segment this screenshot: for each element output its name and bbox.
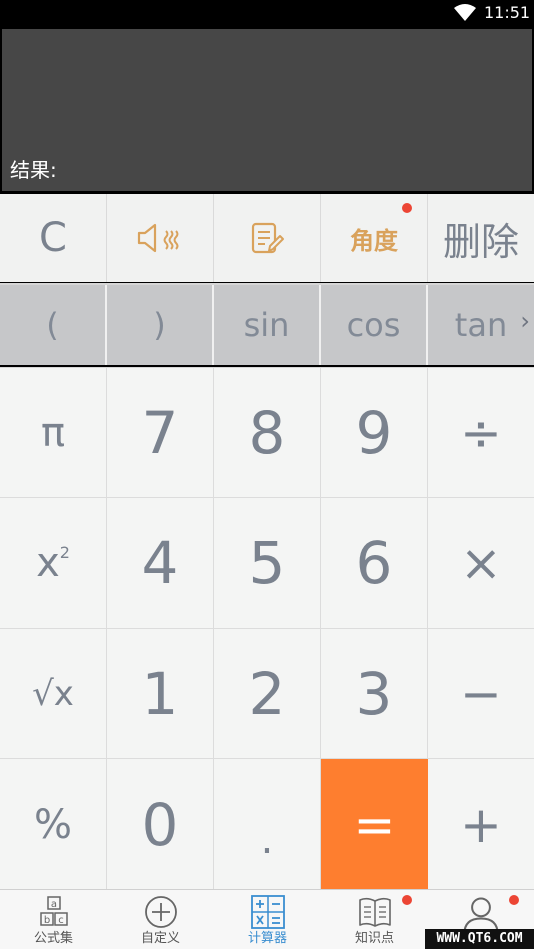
formula-blocks-icon: a b c bbox=[39, 896, 68, 926]
close-paren-label: ) bbox=[153, 306, 166, 344]
tab-formula-set[interactable]: a b c 公式集 bbox=[0, 890, 107, 949]
divide-button[interactable]: ÷ bbox=[428, 368, 534, 498]
close-paren-button[interactable]: ) bbox=[107, 285, 214, 365]
sin-button[interactable]: sin bbox=[214, 285, 321, 365]
result-display: 结果: bbox=[2, 29, 532, 191]
multiply-label: × bbox=[460, 534, 502, 592]
digit-7-button[interactable]: 7 bbox=[107, 368, 214, 498]
user-icon bbox=[463, 897, 499, 934]
digit-8-label: 8 bbox=[248, 398, 286, 467]
sin-label: sin bbox=[243, 306, 290, 344]
square-exponent: 2 bbox=[59, 543, 70, 562]
pi-button[interactable]: π bbox=[0, 368, 107, 498]
decimal-point-button[interactable]: . bbox=[214, 759, 321, 890]
cos-label: cos bbox=[346, 306, 401, 344]
plus-label: + bbox=[460, 795, 502, 854]
more-functions-arrow-icon[interactable]: › bbox=[520, 307, 530, 335]
decimal-point-label: . bbox=[260, 816, 274, 863]
wifi-icon bbox=[454, 4, 476, 21]
digit-2-button[interactable]: 2 bbox=[214, 629, 321, 759]
digit-0-button[interactable]: 0 bbox=[107, 759, 214, 890]
scientific-row: ( ) sin cos tan › bbox=[0, 283, 534, 365]
digit-4-button[interactable]: 4 bbox=[107, 498, 214, 629]
minus-button[interactable]: − bbox=[428, 629, 534, 759]
digit-9-button[interactable]: 9 bbox=[321, 368, 428, 498]
digit-2-label: 2 bbox=[248, 659, 286, 728]
open-paren-label: ( bbox=[46, 306, 59, 344]
digit-3-button[interactable]: 3 bbox=[321, 629, 428, 759]
tab-custom[interactable]: 自定义 bbox=[107, 890, 214, 949]
angle-mode-button[interactable]: 角度 bbox=[321, 194, 428, 282]
clear-button[interactable]: C bbox=[0, 194, 107, 282]
divide-label: ÷ bbox=[460, 403, 502, 462]
square-label: x2 bbox=[36, 540, 70, 586]
tab-formula-set-label: 公式集 bbox=[33, 931, 73, 946]
profile-badge-dot bbox=[509, 895, 519, 905]
square-button[interactable]: x2 bbox=[0, 498, 107, 629]
digit-1-label: 1 bbox=[141, 659, 179, 728]
digit-5-label: 5 bbox=[248, 529, 286, 597]
tab-calculator-label: 计算器 bbox=[247, 931, 287, 946]
pi-label: π bbox=[40, 409, 66, 456]
svg-text:b: b bbox=[43, 915, 49, 926]
tan-label: tan bbox=[454, 306, 508, 344]
sqrt-label: √x bbox=[32, 673, 74, 714]
digit-8-button[interactable]: 8 bbox=[214, 368, 321, 498]
history-button[interactable] bbox=[214, 194, 321, 282]
tab-knowledge-label: 知识点 bbox=[354, 931, 394, 946]
angle-badge-dot bbox=[402, 203, 412, 213]
tab-calculator[interactable]: 计算器 bbox=[214, 890, 321, 949]
status-clock: 11:51 bbox=[484, 3, 531, 22]
clear-label: C bbox=[39, 215, 67, 261]
digit-1-button[interactable]: 1 bbox=[107, 629, 214, 759]
percent-label: % bbox=[33, 801, 72, 848]
angle-label: 角度 bbox=[350, 226, 398, 255]
delete-label: 删除 bbox=[442, 219, 519, 264]
status-bar: 11:51 bbox=[0, 0, 534, 27]
digit-9-label: 9 bbox=[355, 398, 393, 467]
minus-label: − bbox=[460, 664, 502, 723]
plus-circle-icon bbox=[144, 896, 177, 928]
svg-text:c: c bbox=[58, 915, 64, 926]
open-paren-button[interactable]: ( bbox=[0, 285, 107, 365]
plus-button[interactable]: + bbox=[428, 759, 534, 890]
svg-text:a: a bbox=[50, 899, 56, 910]
digit-6-label: 6 bbox=[355, 529, 393, 597]
digit-0-label: 0 bbox=[141, 790, 179, 859]
tab-knowledge[interactable]: 知识点 bbox=[321, 890, 428, 949]
speaker-icon bbox=[137, 223, 179, 253]
cos-button[interactable]: cos bbox=[321, 285, 428, 365]
sqrt-button[interactable]: √x bbox=[0, 629, 107, 759]
knowledge-badge-dot bbox=[402, 895, 412, 905]
digit-3-label: 3 bbox=[355, 659, 393, 728]
equals-button[interactable]: = bbox=[321, 759, 428, 890]
sound-toggle-button[interactable] bbox=[107, 194, 214, 282]
digit-5-button[interactable]: 5 bbox=[214, 498, 321, 629]
calculator-icon bbox=[250, 895, 285, 929]
tan-button[interactable]: tan › bbox=[428, 285, 534, 365]
keypad: π 7 8 9 ÷ x2 4 5 6 × √x 1 2 3 − % 0 . = … bbox=[0, 367, 534, 890]
function-row: C 角度 删除 bbox=[0, 194, 534, 282]
digit-6-button[interactable]: 6 bbox=[321, 498, 428, 629]
watermark-text: WWW.QT6.COM bbox=[425, 929, 534, 949]
equals-label: = bbox=[353, 795, 396, 854]
notes-edit-icon bbox=[251, 222, 284, 254]
digit-4-label: 4 bbox=[141, 529, 179, 597]
multiply-button[interactable]: × bbox=[428, 498, 534, 629]
digit-7-label: 7 bbox=[141, 398, 179, 467]
book-icon bbox=[358, 897, 391, 927]
percent-button[interactable]: % bbox=[0, 759, 107, 890]
square-base: x bbox=[36, 540, 60, 586]
tab-custom-label: 自定义 bbox=[140, 931, 180, 946]
delete-button[interactable]: 删除 bbox=[428, 194, 534, 282]
result-label: 结果: bbox=[10, 158, 57, 182]
